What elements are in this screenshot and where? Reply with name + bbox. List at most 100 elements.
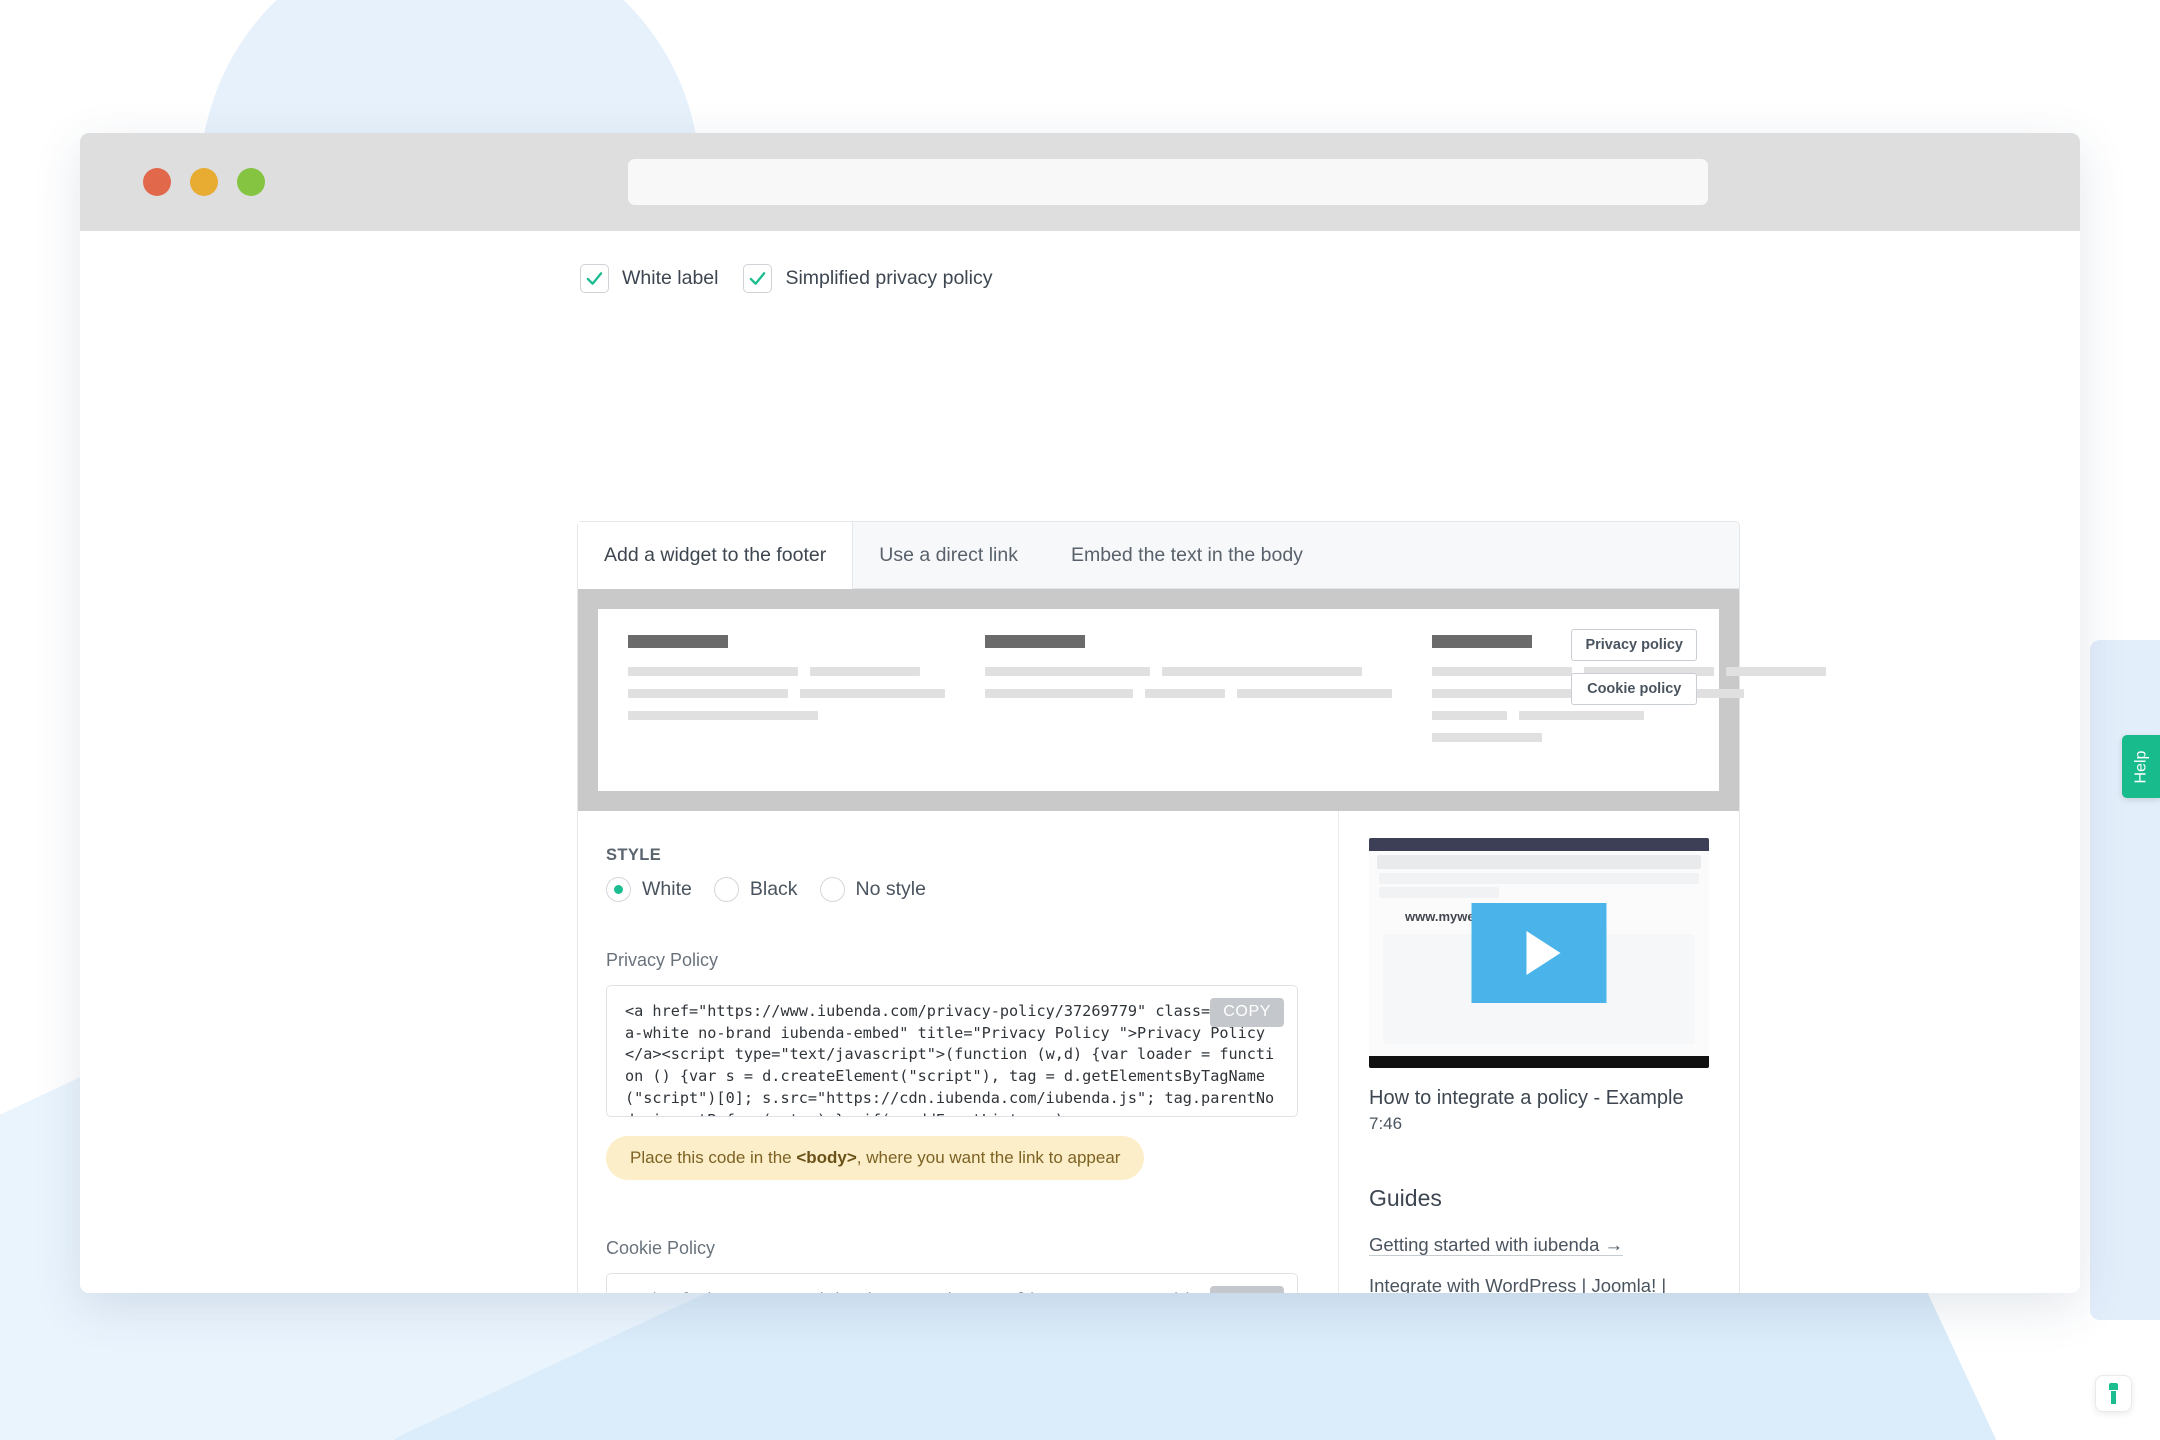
- radio-style-no-style[interactable]: No style: [819, 877, 926, 902]
- cookie-policy-code-box[interactable]: <a href="https://www.iubenda.com/privacy…: [606, 1273, 1298, 1293]
- cookie-policy-code: <a href="https://www.iubenda.com/privacy…: [625, 1289, 1279, 1293]
- tab-embed-text-in-body[interactable]: Embed the text in the body: [1045, 522, 1330, 588]
- skeleton-line: [1432, 711, 1507, 720]
- cookie-policy-block: Cookie Policy <a href="https://www.iuben…: [606, 1238, 1298, 1293]
- privacy-policy-label: Privacy Policy: [606, 950, 719, 970]
- checkbox-white-label[interactable]: White label: [580, 264, 718, 293]
- radio-circle: [819, 877, 845, 902]
- skeleton-line: [1519, 711, 1644, 720]
- skeleton-line: [1726, 667, 1826, 676]
- video-mock-toolbar: [1377, 855, 1701, 869]
- cookie-policy-label: Cookie Policy: [606, 1238, 716, 1258]
- check-icon: [750, 272, 766, 285]
- preview-policy-buttons: Privacy policy Cookie policy: [1571, 629, 1697, 705]
- radio-style-white[interactable]: White: [606, 877, 692, 902]
- skeleton-line: [628, 667, 798, 676]
- video-duration: 7:46: [1369, 1114, 1403, 1133]
- skeleton-row: [985, 667, 1392, 676]
- skeleton-row: [1432, 711, 1826, 720]
- hint-suffix: , where you want the link to appear: [856, 1148, 1121, 1167]
- guides-heading: Guides: [1369, 1185, 1442, 1211]
- radio-label: Black: [749, 878, 798, 900]
- browser-window: White label Simplified privacy policy Ad…: [80, 133, 2080, 1293]
- minimize-button-icon[interactable]: [190, 168, 218, 196]
- skeleton-line: [1162, 667, 1362, 676]
- guide-link-text: Integrate with WordPress | Joomla! | Pre…: [1369, 1275, 1667, 1293]
- settings-column: STYLE White Black No style Privacy Polic…: [578, 811, 1339, 1293]
- help-column: www.mywebsite.com How to integrate a pol…: [1339, 811, 1739, 1293]
- privacy-policy-code-box[interactable]: <a href="https://www.iubenda.com/privacy…: [606, 985, 1298, 1117]
- video-mock-nav: [1379, 887, 1499, 898]
- skeleton-line: [628, 711, 818, 720]
- radio-label: White: [642, 878, 692, 900]
- close-button-icon[interactable]: [143, 168, 171, 196]
- radio-circle: [713, 877, 739, 902]
- privacy-policy-hint: Place this code in the <body>, where you…: [606, 1136, 1145, 1180]
- skeleton-line: [985, 667, 1150, 676]
- skeleton-line: [985, 689, 1133, 698]
- privacy-policy-block: Privacy Policy <a href="https://www.iube…: [606, 950, 1298, 1180]
- skeleton-line: [1237, 689, 1392, 698]
- hint-tag: <body>: [796, 1148, 857, 1167]
- help-tab-button[interactable]: Help: [2122, 735, 2160, 798]
- check-icon: [586, 272, 603, 285]
- skeleton-row: [628, 689, 945, 698]
- guide-link-integrate-cms[interactable]: Integrate with WordPress | Joomla! | Pre…: [1369, 1271, 1709, 1293]
- radio-style-black[interactable]: Black: [713, 877, 798, 902]
- tab-use-a-direct-link[interactable]: Use a direct link: [853, 522, 1045, 588]
- video-mock-titlebar: [1369, 838, 1709, 851]
- skeleton-line: [1432, 667, 1572, 676]
- skeleton-column: [628, 635, 985, 765]
- maximize-button-icon[interactable]: [237, 168, 265, 196]
- footer-preview: Privacy policy Cookie policy: [598, 609, 1826, 791]
- panel-body: STYLE White Black No style Privacy Polic…: [578, 811, 1739, 1293]
- skeleton-row: [985, 689, 1392, 698]
- privacy-policy-copy-button[interactable]: COPY: [1210, 998, 1284, 1027]
- guide-link-text: Getting started with iubenda →: [1369, 1234, 1624, 1256]
- video-mock-nav: [1379, 873, 1699, 884]
- integration-panel: Add a widget to the footer Use a direct …: [577, 521, 1826, 1293]
- address-bar[interactable]: [628, 159, 1708, 205]
- checkbox-simplified-privacy-policy[interactable]: Simplified privacy policy: [743, 264, 992, 293]
- skeleton-line: [628, 689, 788, 698]
- page-viewport: White label Simplified privacy policy Ad…: [80, 231, 2080, 1293]
- skeleton-row: [628, 667, 945, 676]
- cookie-policy-copy-button[interactable]: COPY: [1210, 1286, 1284, 1293]
- radio-circle: [606, 877, 631, 902]
- skeleton-line: [1145, 689, 1225, 698]
- help-tab-label: Help: [2132, 750, 2149, 783]
- video-thumbnail[interactable]: www.mywebsite.com: [1369, 838, 1709, 1068]
- style-section-title: STYLE: [606, 846, 662, 864]
- tab-add-widget-to-footer[interactable]: Add a widget to the footer: [578, 522, 854, 589]
- play-button-icon[interactable]: [1471, 903, 1607, 1003]
- skeleton-heading: [1432, 635, 1532, 648]
- guide-link-getting-started[interactable]: Getting started with iubenda →: [1369, 1230, 1709, 1260]
- tab-bar: Add a widget to the footer Use a direct …: [578, 522, 1739, 589]
- window-controls: [143, 168, 265, 196]
- preview-privacy-policy-button[interactable]: Privacy policy: [1571, 629, 1697, 661]
- skeleton-line: [810, 667, 920, 676]
- play-triangle: [1526, 931, 1560, 975]
- privacy-policy-code: <a href="https://www.iubenda.com/privacy…: [625, 1002, 1275, 1116]
- browser-titlebar: [80, 133, 2080, 231]
- skeleton-heading: [628, 635, 728, 648]
- checkbox-label: White label: [622, 267, 719, 289]
- skeleton-row: [628, 711, 945, 720]
- skeleton-line: [800, 689, 945, 698]
- skeleton-heading: [985, 635, 1085, 648]
- video-title: How to integrate a policy - Example: [1369, 1087, 1684, 1109]
- skeleton-line: [1432, 733, 1542, 742]
- skeleton-column: [985, 635, 1432, 765]
- preview-cookie-policy-button[interactable]: Cookie policy: [1571, 673, 1697, 705]
- style-radio-group: White Black No style: [606, 877, 1298, 902]
- radio-label: No style: [855, 878, 926, 900]
- checkbox-box: [743, 264, 773, 293]
- skeleton-row: [1432, 733, 1826, 742]
- checkbox-label: Simplified privacy policy: [785, 267, 993, 289]
- iubenda-badge-button[interactable]: [2095, 1375, 2132, 1412]
- iubenda-logo-icon: [2107, 1383, 2120, 1404]
- options-row: White label Simplified privacy policy: [80, 231, 2080, 293]
- video-mock-footer: [1369, 1056, 1709, 1068]
- footer-preview-frame: Privacy policy Cookie policy: [578, 589, 1826, 811]
- radio-dot: [614, 885, 623, 894]
